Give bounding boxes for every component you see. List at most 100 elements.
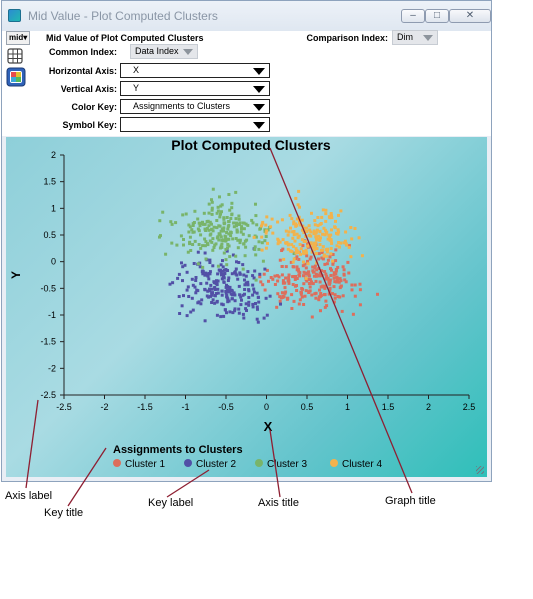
horizontal-axis-select[interactable]: X: [120, 63, 270, 78]
legend-swatch: [255, 459, 263, 467]
data-point: [264, 246, 268, 250]
data-point: [291, 265, 295, 269]
data-point: [201, 244, 205, 248]
title-bar[interactable]: Mid Value - Plot Computed Clusters – □ ✕: [2, 1, 491, 31]
data-point: [191, 243, 195, 246]
data-point: [219, 204, 223, 208]
legend-label: Cluster 4: [342, 459, 382, 470]
data-point: [307, 291, 311, 294]
data-point: [207, 224, 211, 228]
data-point: [235, 229, 239, 233]
data-point: [226, 279, 230, 282]
data-point: [255, 223, 259, 227]
data-point: [275, 305, 279, 309]
data-point: [318, 238, 322, 242]
plot-area[interactable]: Plot Computed Clusters X Y Assignments t…: [6, 137, 487, 477]
data-point: [281, 238, 285, 242]
data-point: [325, 277, 328, 281]
x-tick-label: -2: [100, 402, 108, 412]
vertical-axis-select[interactable]: Y: [120, 81, 270, 96]
data-point: [260, 241, 264, 245]
data-point: [230, 272, 234, 276]
x-tick-label: 1.5: [382, 402, 395, 412]
data-point: [235, 260, 238, 264]
data-point: [297, 215, 301, 219]
table-icon[interactable]: [6, 47, 28, 67]
common-index-select[interactable]: Data Index: [130, 44, 198, 59]
data-point: [297, 302, 301, 306]
data-point: [291, 283, 295, 286]
close-button[interactable]: ✕: [449, 9, 491, 23]
data-point: [333, 293, 337, 297]
annotation-axis-title: Axis title: [258, 497, 299, 509]
data-point: [190, 296, 194, 300]
data-point: [208, 239, 212, 243]
maximize-button[interactable]: □: [425, 9, 449, 23]
data-point: [251, 221, 255, 225]
data-point: [321, 245, 325, 249]
data-point: [336, 228, 340, 232]
data-point: [225, 237, 229, 241]
data-point: [319, 309, 322, 313]
data-point: [243, 283, 247, 287]
data-point: [197, 243, 201, 246]
data-point: [298, 271, 302, 275]
data-point: [219, 212, 222, 216]
data-point: [298, 243, 302, 246]
minimize-button[interactable]: –: [401, 9, 425, 23]
data-point: [266, 241, 269, 245]
data-point: [290, 250, 294, 253]
symbol-key-select[interactable]: [120, 117, 270, 132]
y-tick-label: -2: [48, 363, 56, 373]
data-point: [277, 275, 281, 279]
data-point: [222, 217, 226, 221]
data-point: [295, 284, 298, 287]
legend-label: Cluster 2: [196, 459, 236, 470]
data-point: [185, 270, 189, 274]
data-point: [177, 295, 181, 298]
data-point: [255, 317, 259, 321]
data-point: [339, 209, 343, 213]
data-point: [191, 222, 195, 226]
data-point: [253, 269, 257, 273]
y-tick-label: -0.5: [40, 283, 56, 293]
resize-grip[interactable]: [476, 466, 484, 474]
data-point: [347, 245, 351, 249]
data-point: [322, 254, 326, 258]
data-point: [219, 315, 223, 319]
data-point: [238, 272, 242, 276]
data-point: [327, 282, 331, 286]
comparison-index-select[interactable]: Dim: [392, 30, 438, 45]
data-point: [222, 280, 226, 284]
data-point: [280, 249, 284, 252]
data-point: [360, 254, 364, 258]
data-point: [318, 288, 321, 292]
data-point: [237, 307, 241, 311]
data-point: [332, 300, 336, 304]
color-key-select[interactable]: Assignments to Clusters: [120, 99, 270, 114]
data-point: [230, 297, 234, 301]
data-point: [211, 298, 215, 302]
data-point: [286, 279, 290, 283]
data-point: [226, 246, 229, 250]
comparison-index-label: Comparison Index:: [306, 33, 388, 43]
data-point: [309, 242, 312, 246]
chevron-down-icon: [253, 86, 265, 93]
chevron-down-icon: [253, 104, 265, 111]
data-point: [206, 289, 210, 293]
mid-dropdown[interactable]: mid▾: [6, 31, 30, 45]
data-point: [290, 293, 294, 297]
data-point: [210, 287, 214, 291]
data-point: [321, 248, 325, 252]
data-point: [207, 211, 211, 215]
data-point: [294, 275, 298, 278]
data-point: [357, 236, 361, 240]
control-panel: mid▾ Mid Value of Plot Computed Clusters…: [2, 30, 491, 136]
data-point: [220, 273, 223, 277]
data-point: [199, 282, 203, 286]
data-point: [189, 310, 193, 314]
data-point: [226, 227, 230, 231]
graph-icon[interactable]: [6, 67, 28, 87]
data-point: [283, 291, 287, 295]
data-point: [294, 196, 298, 200]
